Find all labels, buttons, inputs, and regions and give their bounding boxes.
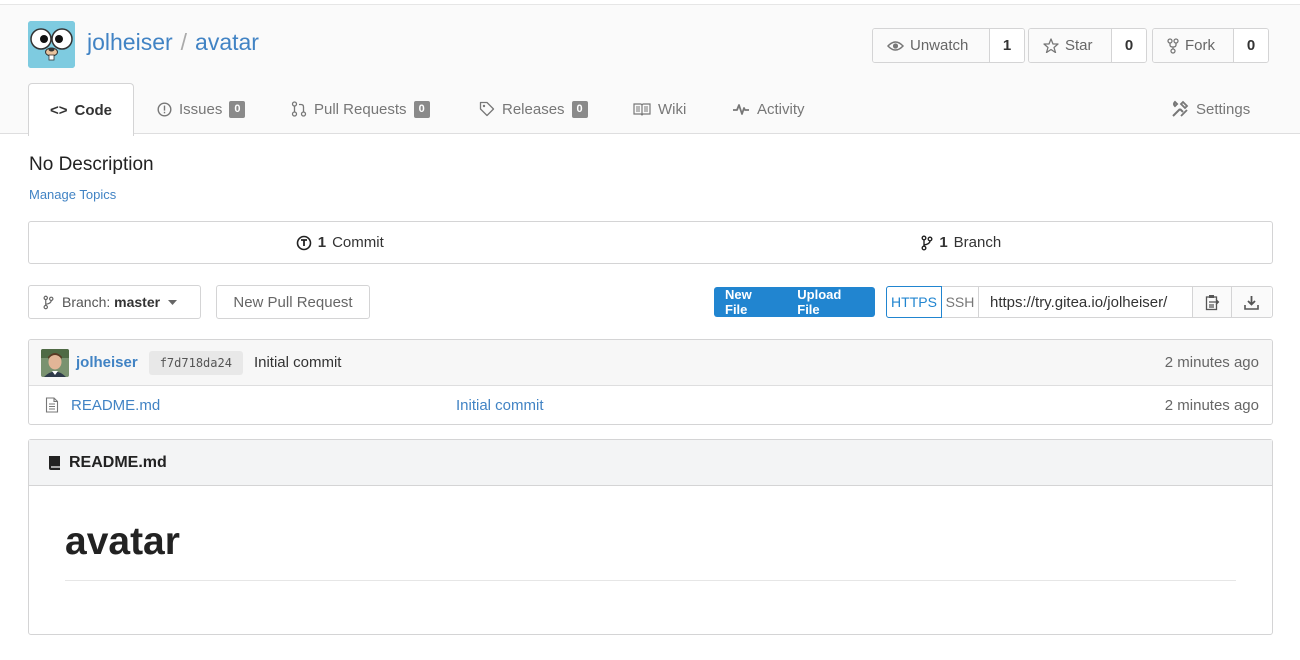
avatar[interactable] <box>41 348 69 377</box>
file-time: 2 minutes ago <box>1164 396 1259 414</box>
star-label: Star <box>1065 37 1093 54</box>
tab-issues[interactable]: Issues 0 <box>157 83 246 135</box>
pulse-icon <box>733 104 749 115</box>
repo-title-separator: / <box>180 29 188 55</box>
branch-prefix: Branch: <box>62 294 111 310</box>
tab-code-label: Code <box>74 101 113 119</box>
user-avatar-icon <box>41 348 69 377</box>
fork-button-group: Fork 0 <box>1152 28 1269 63</box>
star-count[interactable]: 0 <box>1112 29 1146 62</box>
branch-name: master <box>114 294 161 310</box>
gopher-icon <box>28 21 75 68</box>
readme-header: README.md <box>29 440 1272 486</box>
issues-count-badge: 0 <box>229 100 246 118</box>
latest-commit-row: jolheiser f7d718da24 Initial commit 2 mi… <box>29 340 1272 386</box>
watch-count[interactable]: 1 <box>990 29 1024 62</box>
ssh-toggle[interactable]: SSH <box>942 287 979 317</box>
repo-name-link[interactable]: avatar <box>195 29 259 55</box>
download-icon <box>1244 295 1259 310</box>
file-commit-link[interactable]: Initial commit <box>456 397 544 414</box>
tab-settings[interactable]: Settings <box>1171 83 1250 135</box>
unwatch-label: Unwatch <box>910 37 969 54</box>
table-row: README.md Initial commit 2 minutes ago <box>29 386 1272 424</box>
pull-requests-count-badge: 0 <box>413 100 430 118</box>
history-icon <box>296 235 312 250</box>
tools-icon <box>1172 100 1189 117</box>
star-icon <box>1043 38 1059 53</box>
fork-count[interactable]: 0 <box>1234 29 1268 62</box>
clipboard-icon <box>1205 294 1219 310</box>
fork-button[interactable]: Fork <box>1153 29 1234 62</box>
file-actions-group: New File Upload File <box>714 287 875 317</box>
tab-releases-label: Releases <box>502 100 565 118</box>
upload-file-button[interactable]: Upload File <box>786 287 875 317</box>
issue-icon <box>157 101 172 117</box>
https-toggle[interactable]: HTTPS <box>886 286 942 318</box>
watch-button-group: Unwatch 1 <box>872 28 1025 63</box>
gitea-logo[interactable] <box>28 21 75 68</box>
tab-pull-requests[interactable]: Pull Requests 0 <box>291 83 430 135</box>
commit-time: 2 minutes ago <box>1164 354 1259 371</box>
branch-icon <box>921 235 933 250</box>
tab-activity[interactable]: Activity <box>732 83 805 135</box>
eye-icon <box>887 40 904 51</box>
file-name-link[interactable]: README.md <box>71 397 160 414</box>
star-button-group: Star 0 <box>1028 28 1147 63</box>
branch-icon <box>43 295 54 309</box>
repo-description: No Description <box>29 154 154 175</box>
readme-panel: README.md avatar <box>28 439 1273 635</box>
file-table: jolheiser f7d718da24 Initial commit 2 mi… <box>28 339 1273 425</box>
tab-activity-label: Activity <box>757 100 805 118</box>
tab-wiki[interactable]: Wiki <box>633 83 686 135</box>
new-pull-request-button[interactable]: New Pull Request <box>216 285 370 319</box>
pull-request-icon <box>291 101 307 117</box>
repo-title: jolheiser / avatar <box>87 29 259 56</box>
readme-divider <box>65 580 1236 581</box>
commits-label: Commit <box>332 234 384 251</box>
tab-code[interactable]: <> Code <box>28 83 134 136</box>
download-button[interactable] <box>1232 287 1271 317</box>
commit-message: Initial commit <box>253 354 342 371</box>
fork-icon <box>1167 37 1179 54</box>
clone-panel: HTTPS SSH https://try.gitea.io/jolheiser… <box>886 286 1273 318</box>
tab-settings-label: Settings <box>1196 100 1251 118</box>
branches-stat[interactable]: 1 Branch <box>651 222 1273 263</box>
tab-wiki-label: Wiki <box>658 100 687 118</box>
fork-label: Fork <box>1185 37 1215 54</box>
new-file-button[interactable]: New File <box>714 287 786 317</box>
branch-dropdown[interactable]: Branch: master <box>28 285 201 319</box>
tab-pull-requests-label: Pull Requests <box>314 100 407 118</box>
commit-author-link[interactable]: jolheiser <box>76 354 138 371</box>
book-icon <box>633 103 651 116</box>
branches-count: 1 <box>939 234 948 251</box>
readme-filename: README.md <box>69 453 167 471</box>
tab-releases[interactable]: Releases 0 <box>479 83 588 135</box>
commit-sha-link[interactable]: f7d718da24 <box>148 350 243 375</box>
repo-owner-link[interactable]: jolheiser <box>87 29 173 55</box>
repo-stats-bar: 1 Commit 1 Branch <box>28 221 1273 264</box>
branches-label: Branch <box>953 234 1002 251</box>
book-icon <box>49 455 60 470</box>
commits-stat[interactable]: 1 Commit <box>29 222 651 263</box>
caret-down-icon <box>168 299 178 305</box>
repo-header: jolheiser / avatar Unwatch 1 Star 0 Fork… <box>0 4 1300 136</box>
file-text-icon <box>45 397 59 413</box>
clone-url-input[interactable]: https://try.gitea.io/jolheiser/ <box>979 287 1193 317</box>
branch-dropdown-text: Branch: master <box>62 294 160 310</box>
tag-icon <box>479 101 495 117</box>
unwatch-button[interactable]: Unwatch <box>873 29 990 62</box>
code-icon: <> <box>49 101 68 119</box>
manage-topics-link[interactable]: Manage Topics <box>29 187 116 202</box>
tab-issues-label: Issues <box>179 100 223 118</box>
star-button[interactable]: Star <box>1029 29 1112 62</box>
copy-url-button[interactable] <box>1193 287 1232 317</box>
commits-count: 1 <box>317 234 327 251</box>
readme-heading: avatar <box>65 520 180 563</box>
releases-count-badge: 0 <box>571 100 588 118</box>
